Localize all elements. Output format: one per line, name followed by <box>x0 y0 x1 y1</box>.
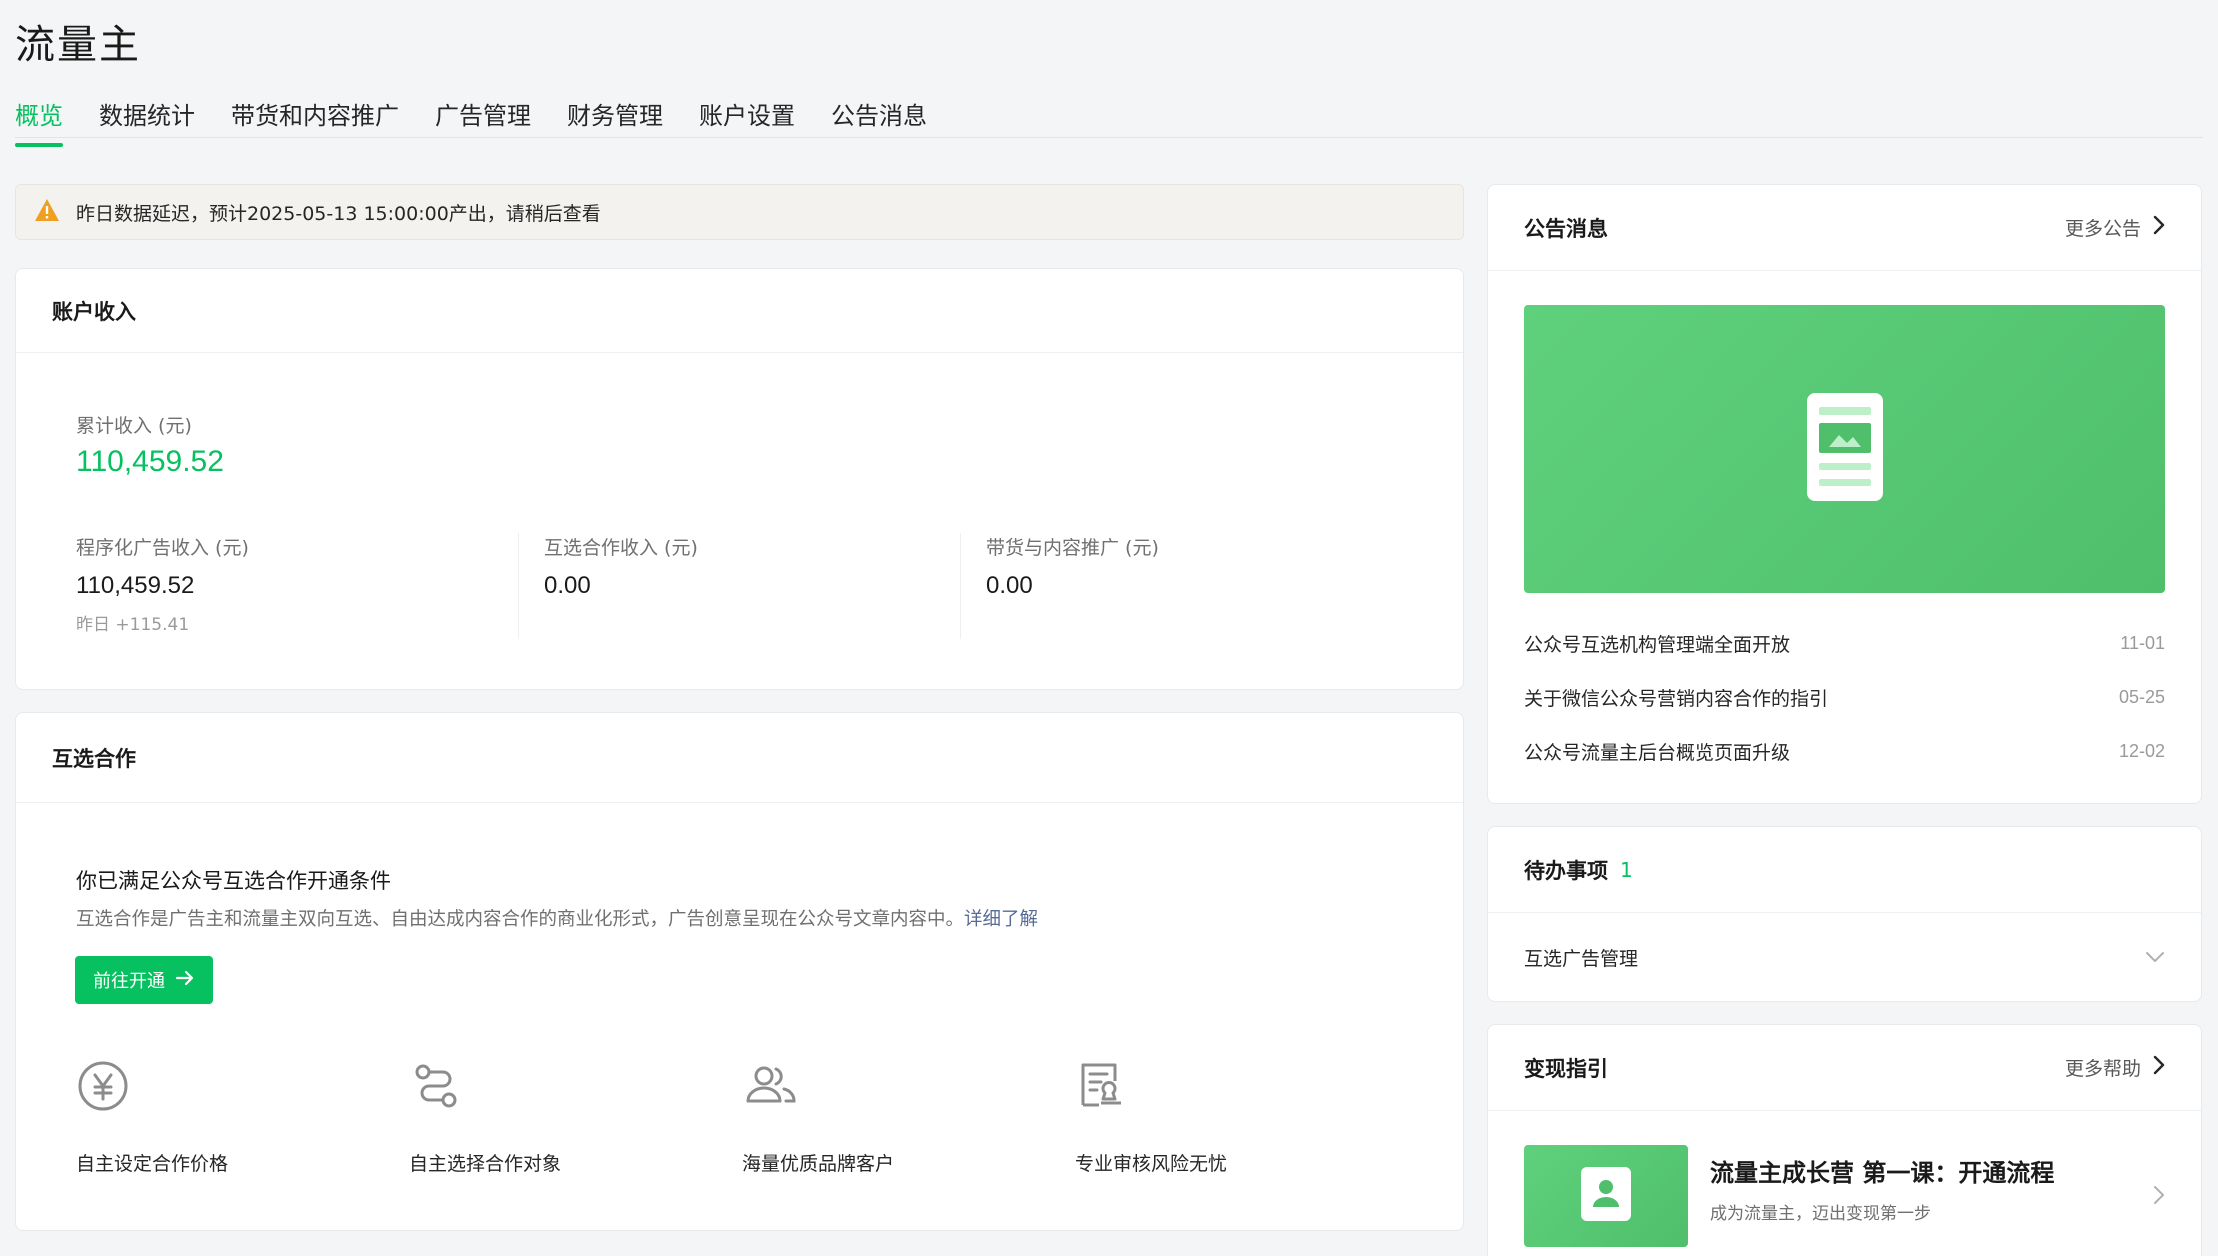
alert-text: 昨日数据延迟，预计2025-05-13 15:00:00产出，请稍后查看 <box>76 202 601 225</box>
learn-more-link[interactable]: 详细了解 <box>964 909 1038 930</box>
tab-finance[interactable]: 财务管理 <box>567 96 663 145</box>
total-income-value: 110,459.52 <box>76 445 224 478</box>
page-title: 流量主 <box>15 22 141 68</box>
guide-title: 变现指引 <box>1524 1056 1608 1081</box>
income-col-value: 0.00 <box>544 572 591 599</box>
more-announcements-link[interactable]: 更多公告 <box>2065 214 2165 241</box>
users-icon <box>742 1066 800 1117</box>
announcement-banner[interactable] <box>1524 305 2165 593</box>
announcement-item-date: 12-02 <box>2118 740 2165 761</box>
chevron-down-icon <box>2145 948 2165 967</box>
announcements-card: 公告消息 更多公告 公众号互选机构管理端全面开放 11-01 关于微信公众号营销… <box>1487 184 2202 804</box>
announcement-item-title: 公众号流量主后台概览页面升级 <box>1524 741 1791 764</box>
announcement-item-title: 关于微信公众号营销内容合作的指引 <box>1524 687 1829 710</box>
income-col-value: 0.00 <box>986 572 1033 599</box>
arrow-right-icon <box>175 969 195 992</box>
cooperation-headline: 你已满足公众号互选合作开通条件 <box>76 869 391 893</box>
income-card: 账户收入 累计收入 (元) 110,459.52 程序化广告收入 (元) 110… <box>15 268 1464 690</box>
more-help-label: 更多帮助 <box>2064 1058 2141 1080</box>
more-help-link[interactable]: 更多帮助 <box>2065 1054 2165 1081</box>
review-icon <box>1075 1063 1129 1117</box>
feature-review: 专业审核风险无忧 <box>1075 1059 1375 1175</box>
feature-label: 海量优质品牌客户 <box>742 1153 895 1175</box>
announcement-item[interactable]: 公众号流量主后台概览页面升级 12-02 <box>1524 736 2165 766</box>
feature-brands: 海量优质品牌客户 <box>742 1059 1042 1175</box>
announcements-title: 公告消息 <box>1524 216 1608 241</box>
guide-thumbnail <box>1524 1145 1688 1247</box>
cooperation-desc-row: 互选合作是广告主和流量主双向互选、自由达成内容合作的商业化形式，广告创意呈现在公… <box>76 905 1038 931</box>
feature-label: 自主设定合作价格 <box>76 1153 229 1175</box>
guide-item-title: 流量主成长营 第一课：开通流程 <box>1710 1159 2055 1187</box>
cooperation-card-title: 互选合作 <box>52 746 136 771</box>
income-col-value: 110,459.52 <box>76 572 195 599</box>
income-col-label: 互选合作收入 (元) <box>544 537 698 559</box>
todo-title: 待办事项 <box>1524 858 1608 883</box>
announcement-item[interactable]: 公众号互选机构管理端全面开放 11-01 <box>1524 628 2165 658</box>
todo-item-label: 互选广告管理 <box>1524 947 1639 970</box>
activate-button[interactable]: 前往开通 <box>75 956 213 1004</box>
activate-button-label: 前往开通 <box>93 971 165 992</box>
announcement-item-date: 05-25 <box>2118 686 2165 707</box>
tab-announcements[interactable]: 公告消息 <box>831 96 927 145</box>
income-col-sub: 昨日 +115.41 <box>76 615 190 635</box>
chevron-right-icon <box>2153 1185 2165 1209</box>
announcement-item[interactable]: 关于微信公众号营销内容合作的指引 05-25 <box>1524 682 2165 712</box>
tab-ad-management[interactable]: 广告管理 <box>435 96 531 145</box>
tab-commerce-promotion[interactable]: 带货和内容推广 <box>231 96 399 145</box>
yuan-icon <box>76 1061 130 1117</box>
income-card-title: 账户收入 <box>52 299 136 324</box>
document-image-icon <box>1806 393 1883 505</box>
todo-count-badge: 1 <box>1620 857 1633 882</box>
route-icon <box>409 1064 463 1117</box>
announcement-item-date: 11-01 <box>2120 632 2165 653</box>
chevron-right-icon <box>2153 1055 2165 1080</box>
cooperation-card: 互选合作 你已满足公众号互选合作开通条件 互选合作是广告主和流量主双向互选、自由… <box>15 712 1464 1231</box>
income-col-label: 程序化广告收入 (元) <box>76 537 249 559</box>
chevron-right-icon <box>2153 215 2165 240</box>
divider <box>518 533 519 639</box>
tab-overview[interactable]: 概览 <box>15 96 63 147</box>
divider <box>960 533 961 639</box>
tab-account-settings[interactable]: 账户设置 <box>699 96 795 145</box>
guide-item[interactable]: 流量主成长营 第一课：开通流程 成为流量主，迈出变现第一步 <box>1524 1145 2165 1249</box>
income-col-programmatic: 程序化广告收入 (元) 110,459.52 昨日 +115.41 <box>76 533 249 635</box>
warning-icon <box>34 198 60 227</box>
feature-label: 专业审核风险无忧 <box>1075 1153 1228 1175</box>
feature-price: 自主设定合作价格 <box>76 1059 376 1175</box>
todo-card: 待办事项 1 互选广告管理 <box>1487 826 2202 1002</box>
feature-partner: 自主选择合作对象 <box>409 1059 709 1175</box>
announcement-item-title: 公众号互选机构管理端全面开放 <box>1524 633 1791 656</box>
income-col-commerce: 带货与内容推广 (元) 0.00 <box>986 533 1159 600</box>
guide-card: 变现指引 更多帮助 流量主成长营 第一课：开通流程 成为流量主，迈出变现第一步 <box>1487 1024 2202 1256</box>
tab-data-stats[interactable]: 数据统计 <box>99 96 195 145</box>
guide-item-desc: 成为流量主，迈出变现第一步 <box>1710 1204 1931 1224</box>
more-announcements-label: 更多公告 <box>2064 218 2141 240</box>
total-income-label: 累计收入 (元) <box>76 415 192 437</box>
features-row: 自主设定合作价格 自主选择合作对象 海量优质品牌客户 专业审核风险无忧 <box>76 1059 1376 1199</box>
todo-item[interactable]: 互选广告管理 <box>1524 913 2165 1001</box>
income-col-cooperation: 互选合作收入 (元) 0.00 <box>544 533 698 600</box>
data-delay-alert: 昨日数据延迟，预计2025-05-13 15:00:00产出，请稍后查看 <box>15 184 1464 240</box>
nav-tabs: 概览 数据统计 带货和内容推广 广告管理 财务管理 账户设置 公告消息 <box>15 92 2203 147</box>
income-col-label: 带货与内容推广 (元) <box>986 537 1159 559</box>
profile-card-icon <box>1581 1167 1631 1225</box>
cooperation-desc: 互选合作是广告主和流量主双向互选、自由达成内容合作的商业化形式，广告创意呈现在公… <box>76 909 965 930</box>
feature-label: 自主选择合作对象 <box>409 1153 562 1175</box>
